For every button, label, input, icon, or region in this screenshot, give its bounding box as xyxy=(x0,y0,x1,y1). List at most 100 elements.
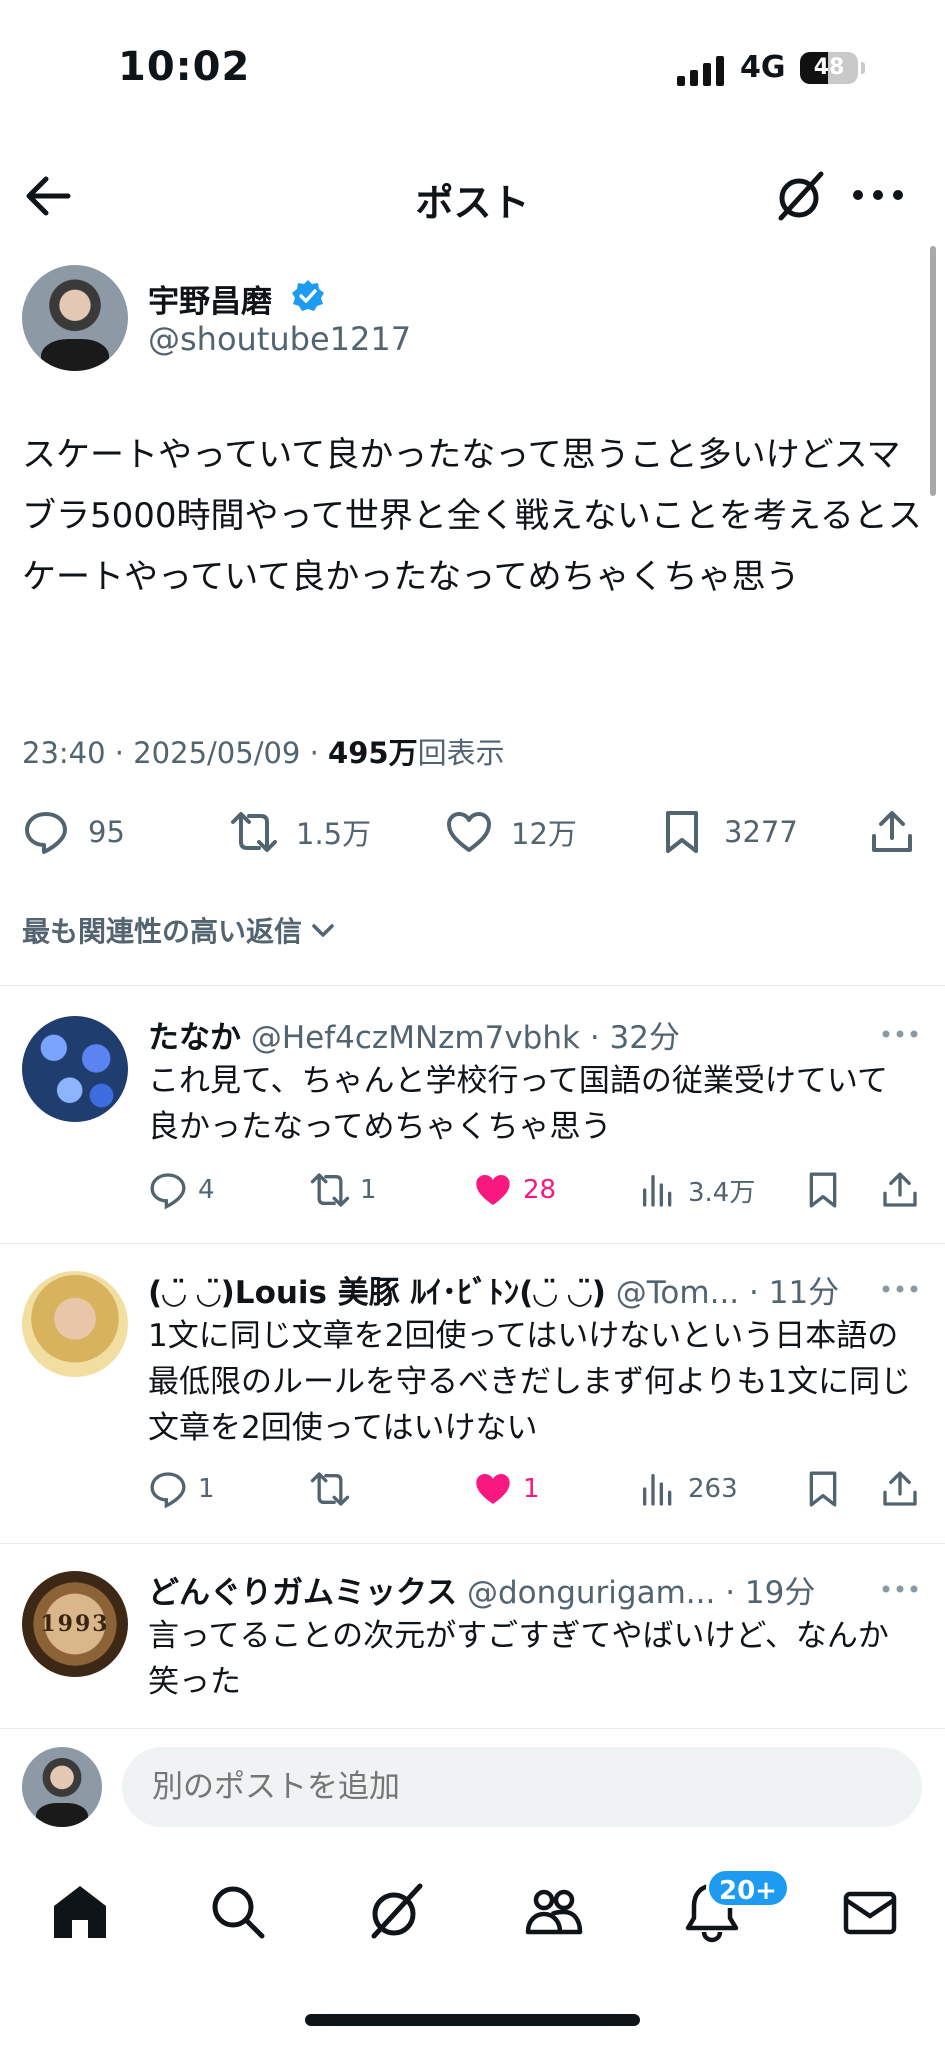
post-meta: 23:40 · 2025/05/09 · 495万回表示 xyxy=(22,730,505,772)
divider xyxy=(0,1243,945,1244)
bookmark-icon xyxy=(666,811,698,853)
cellular-signal-icon xyxy=(677,56,724,86)
repost-button[interactable] xyxy=(310,1465,360,1513)
reply-count: 95 xyxy=(88,815,125,849)
share-icon xyxy=(872,811,912,852)
user-avatar[interactable] xyxy=(22,1747,102,1827)
reply-button[interactable]: 1 xyxy=(148,1465,215,1513)
bottom-nav: 20+ xyxy=(0,1860,945,1960)
reply-icon xyxy=(150,1472,186,1509)
nav-communities[interactable] xyxy=(522,1880,586,1944)
reply-time: · 19分 xyxy=(725,1575,816,1611)
scrollbar[interactable] xyxy=(930,246,936,496)
repost-count: 1.5万 xyxy=(296,817,372,851)
repost-button[interactable]: 1.5万 xyxy=(230,800,371,864)
reply-text: これ見て、ちゃんと学校行って国語の従業受けていて良かったなってめちゃくちゃ思う xyxy=(148,1063,888,1145)
reply-avatar[interactable] xyxy=(22,1016,128,1122)
bookmark-icon xyxy=(809,1471,837,1507)
divider xyxy=(0,1543,945,1544)
reply-text: 言ってることの次元がすごすぎてやばいけど、なんか笑った xyxy=(148,1618,889,1700)
repost-button[interactable]: 1 xyxy=(310,1166,377,1214)
share-button[interactable] xyxy=(880,1166,930,1214)
post-text: スケートやっていて良かったなって思うこと多いけどスマブラ5000時間やって世界と… xyxy=(22,435,922,597)
nav-grok[interactable] xyxy=(364,1880,428,1944)
nav-search[interactable] xyxy=(206,1880,270,1944)
post-time: 23:40 xyxy=(22,736,106,770)
post-action-bar: 95 1.5万 12万 3277 xyxy=(0,800,945,864)
reply-author-name[interactable]: (◡̈ ◡̈)Louis 美豚 ﾙｲ･ﾋﾞﾄﾝ(◡̈ ◡̈) xyxy=(148,1275,606,1311)
post-date: 2025/05/09 xyxy=(133,736,301,770)
reply-button[interactable]: 95 xyxy=(22,800,125,864)
reply-header: どんぐりガムミックス @dongurigam... · 19分 xyxy=(148,1567,888,1612)
reply-icon xyxy=(150,1173,186,1210)
views-button[interactable]: 3.4万 xyxy=(638,1166,755,1214)
share-button[interactable] xyxy=(868,800,934,864)
add-post-input[interactable] xyxy=(122,1747,922,1827)
sort-label: 最も関連性の高い返信 xyxy=(22,915,303,948)
chevron-down-icon xyxy=(312,924,334,937)
reply-button[interactable]: 4 xyxy=(148,1166,215,1214)
reply-composer xyxy=(0,1728,945,1848)
bookmark-button[interactable]: 3277 xyxy=(658,800,798,864)
repost-icon xyxy=(310,1173,350,1207)
author-handle[interactable]: @shoutube1217 xyxy=(148,320,411,358)
battery-level: 48 xyxy=(813,55,845,80)
view-count: 263 xyxy=(688,1474,738,1504)
share-icon xyxy=(883,1172,917,1207)
top-bar: ポスト xyxy=(0,150,945,240)
communities-icon xyxy=(525,1889,583,1935)
repost-icon xyxy=(231,812,277,852)
author-avatar[interactable] xyxy=(22,265,128,371)
bookmark-count: 3277 xyxy=(724,815,798,849)
bookmark-button[interactable] xyxy=(803,1166,853,1214)
author-name[interactable]: 宇野昌磨 xyxy=(148,276,272,321)
reply-author-handle[interactable]: @Tom... xyxy=(616,1275,739,1311)
reply-author-handle[interactable]: @dongurigam... xyxy=(467,1575,715,1611)
meta-separator: · xyxy=(114,736,125,770)
nav-messages[interactable] xyxy=(838,1880,902,1944)
reply-author-name[interactable]: どんぐりガムミックス xyxy=(148,1575,457,1611)
reply-text: 1文に同じ文章を2回使ってはいけないという日本語の最低限のルールを守るべきだしま… xyxy=(148,1318,912,1446)
more-icon[interactable] xyxy=(880,1024,920,1044)
search-icon xyxy=(212,1886,265,1939)
like-count: 12万 xyxy=(511,817,577,851)
network-type: 4G xyxy=(740,50,786,85)
home-indicator[interactable] xyxy=(305,2014,640,2026)
heart-filled-icon xyxy=(476,1175,510,1205)
view-count[interactable]: 495万 xyxy=(328,736,418,770)
reply-action-bar: 4 1 28 3.4万 xyxy=(148,1166,923,1214)
status-time: 10:02 xyxy=(118,44,251,90)
more-icon[interactable] xyxy=(880,1579,920,1599)
reply-count: 4 xyxy=(198,1175,215,1205)
reply-avatar[interactable] xyxy=(22,1271,128,1377)
reply-author-handle[interactable]: @Hef4czMNzm7vbhk xyxy=(251,1020,580,1056)
status-bar: 10:02 4G 48 xyxy=(0,0,945,140)
reply-header: (◡̈ ◡̈)Louis 美豚 ﾙｲ･ﾋﾞﾄﾝ(◡̈ ◡̈) @Tom... ·… xyxy=(148,1267,888,1312)
view-label: 回表示 xyxy=(417,736,505,770)
reply-time: · 32分 xyxy=(589,1020,680,1056)
reply-avatar[interactable]: 1993 xyxy=(22,1571,128,1677)
home-icon xyxy=(54,1886,106,1938)
analytics-icon xyxy=(643,1175,672,1207)
nav-home[interactable] xyxy=(48,1880,112,1944)
reply-sort-dropdown[interactable]: 最も関連性の高い返信 xyxy=(22,910,338,950)
more-icon[interactable] xyxy=(848,170,908,220)
share-button[interactable] xyxy=(880,1465,930,1513)
verified-badge-icon xyxy=(292,280,324,311)
more-icon[interactable] xyxy=(880,1279,920,1299)
grok-icon[interactable] xyxy=(773,168,829,224)
analytics-icon xyxy=(643,1474,672,1506)
mail-icon xyxy=(843,1891,897,1935)
like-count: 1 xyxy=(523,1474,540,1504)
repost-count: 1 xyxy=(360,1175,377,1205)
view-count: 3.4万 xyxy=(688,1177,756,1208)
views-button[interactable]: 263 xyxy=(638,1465,738,1513)
like-button[interactable]: 12万 xyxy=(445,800,577,864)
divider xyxy=(0,985,945,986)
reply-author-name[interactable]: たなか xyxy=(148,1020,241,1056)
like-button[interactable]: 1 xyxy=(473,1465,540,1513)
bookmark-button[interactable] xyxy=(803,1465,853,1513)
heart-icon xyxy=(447,812,491,852)
like-button[interactable]: 28 xyxy=(473,1166,556,1214)
reply-icon xyxy=(25,812,67,854)
